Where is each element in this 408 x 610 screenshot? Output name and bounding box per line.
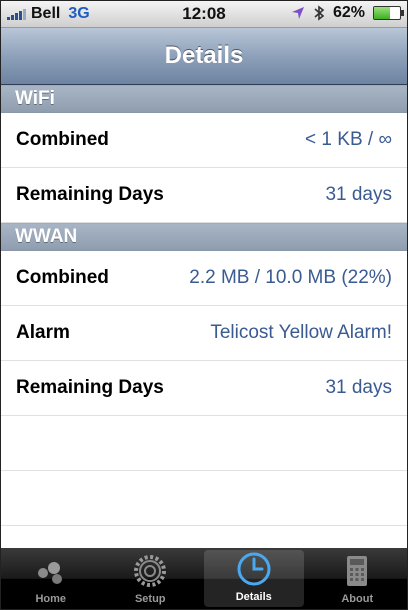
row-value: 2.2 MB / 10.0 MB (22%) [189,267,392,288]
tab-bar: Home Setup Details About [1,548,407,609]
table-row[interactable]: Combined < 1 KB / ∞ [1,113,407,168]
tab-label: About [341,593,374,605]
clock-icon [237,552,271,586]
location-icon [291,7,304,19]
row-value: Telicost Yellow Alarm! [210,322,392,343]
tab-label: Setup [134,593,166,605]
tab-label: Home [35,593,67,605]
home-dots-icon [37,562,62,584]
calculator-icon [347,556,368,586]
tab-setup[interactable]: Setup [101,548,201,609]
tab-home[interactable]: Home [1,548,101,609]
empty-row [1,416,407,471]
table-row[interactable]: Combined 2.2 MB / 10.0 MB (22%) [1,251,407,306]
row-label: Remaining Days [16,377,164,398]
row-label: Remaining Days [16,184,164,205]
section-header-wwan: WWAN [1,223,407,251]
page-title: Details [164,42,244,69]
tab-about[interactable]: About [308,548,408,609]
table-row[interactable]: Remaining Days 31 days [1,168,407,223]
navigation-bar: Details [1,28,407,85]
battery-percent: 62% [332,4,365,21]
row-label: Alarm [16,322,70,343]
tab-details[interactable]: Details [204,550,304,607]
row-value: 31 days [325,377,392,398]
screen: Bell 3G 12:08 62% Details WiFi Combined … [0,0,408,610]
tab-label: Details [235,591,272,603]
table-row[interactable]: Alarm Telicost Yellow Alarm! [1,306,407,361]
bluetooth-icon [314,5,325,21]
battery-icon [373,6,404,20]
gear-icon [134,555,167,587]
empty-row [1,471,407,526]
row-label: Combined [16,129,109,150]
row-label: Combined [16,267,109,288]
status-bar: Bell 3G 12:08 62% [1,1,407,28]
table-row[interactable]: Remaining Days 31 days [1,361,407,416]
row-value: 31 days [325,184,392,205]
row-value: < 1 KB / ∞ [305,129,392,150]
section-header-wifi: WiFi [1,85,407,113]
